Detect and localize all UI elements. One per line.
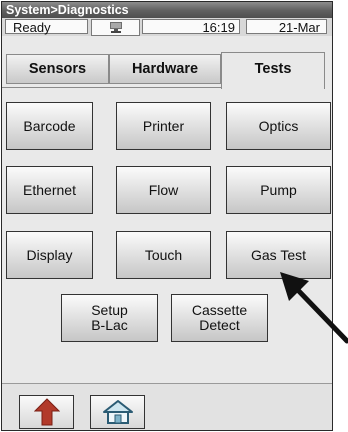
printer-button[interactable]: Printer xyxy=(116,102,211,150)
gas-test-button[interactable]: Gas Test xyxy=(226,231,331,279)
display-button[interactable]: Display xyxy=(6,231,93,279)
flow-button[interactable]: Flow xyxy=(116,166,211,214)
barcode-button[interactable]: Barcode xyxy=(6,102,93,150)
up-arrow-icon xyxy=(33,398,60,426)
ethernet-button[interactable]: Ethernet xyxy=(6,166,93,214)
tab-strip: Sensors Hardware Tests xyxy=(2,36,332,89)
tab-tests[interactable]: Tests xyxy=(221,52,325,89)
optics-button[interactable]: Optics xyxy=(226,102,331,150)
clock-time: 16:19 xyxy=(142,19,240,35)
tab-sensors[interactable]: Sensors xyxy=(6,54,109,84)
bottom-nav-bar xyxy=(2,383,332,430)
home-button[interactable] xyxy=(90,395,145,429)
pump-button[interactable]: Pump xyxy=(226,166,331,214)
clock-date: 21-Mar xyxy=(246,19,327,35)
back-button[interactable] xyxy=(19,395,74,429)
setup-b-lac-line2: B-Lac xyxy=(91,317,128,333)
status-text: Ready xyxy=(5,19,88,35)
cassette-detect-line1: Cassette xyxy=(191,302,248,318)
status-bar: Ready 16:19 21-Mar xyxy=(2,18,332,36)
setup-b-lac-line1: Setup xyxy=(91,302,128,318)
home-icon xyxy=(102,400,133,424)
tab-divider xyxy=(2,87,221,88)
title-bar: System>Diagnostics xyxy=(2,2,332,18)
setup-b-lac-button[interactable]: Setup B-Lac xyxy=(61,294,158,342)
touch-button[interactable]: Touch xyxy=(116,231,211,279)
device-screen: System>Diagnostics Ready 16:19 21-Mar Se… xyxy=(1,1,333,431)
network-status xyxy=(91,19,140,36)
cassette-detect-line2: Detect xyxy=(199,317,240,333)
cassette-detect-button[interactable]: Cassette Detect xyxy=(171,294,268,342)
tab-hardware[interactable]: Hardware xyxy=(109,54,221,84)
network-icon xyxy=(109,22,122,33)
page-title: System>Diagnostics xyxy=(6,3,129,17)
